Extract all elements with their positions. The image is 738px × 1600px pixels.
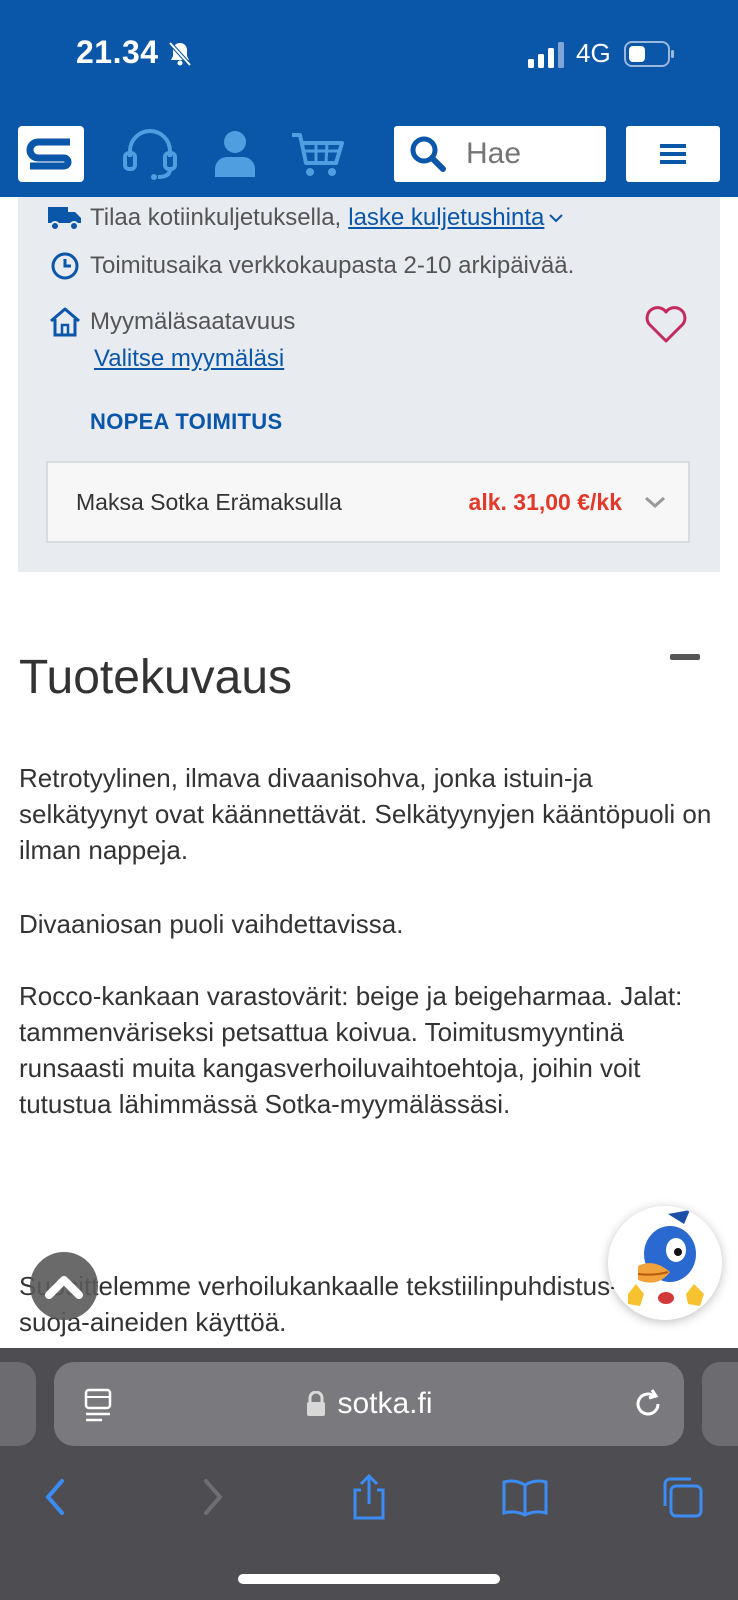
description-paragraph-3: Rocco-kankaan varastovärit: beige ja bei… <box>19 981 683 1119</box>
tabs-icon <box>663 1477 703 1518</box>
reload-icon[interactable] <box>630 1386 666 1422</box>
previous-tab-preview[interactable] <box>0 1362 36 1446</box>
battery-icon <box>624 41 674 67</box>
lock-icon <box>307 1391 326 1416</box>
bookmarks-button[interactable] <box>500 1472 550 1522</box>
favorite-heart-icon[interactable] <box>644 305 688 345</box>
home-indicator <box>238 1574 500 1584</box>
next-tab-preview[interactable] <box>702 1362 738 1446</box>
customer-service-button[interactable] <box>118 126 182 182</box>
forward-button[interactable] <box>188 1472 238 1522</box>
sotka-logo[interactable] <box>18 126 84 182</box>
shopping-cart-icon <box>292 133 344 176</box>
collapse-section-icon[interactable] <box>670 654 700 660</box>
delivery-time-text: Toimitusaika verkkokaupasta 2-10 arkipäi… <box>90 252 575 279</box>
sotka-s-icon <box>26 138 72 170</box>
scroll-to-top-button[interactable] <box>30 1252 98 1320</box>
headset-icon <box>123 129 177 180</box>
bell-muted-icon <box>168 41 192 67</box>
top-header: 21.34 4G <box>0 0 738 197</box>
home-icon <box>48 305 82 339</box>
chevron-left-icon <box>45 1479 64 1515</box>
share-icon <box>353 1474 385 1520</box>
installment-price: alk. 31,00 €/kk <box>468 488 622 515</box>
shipping-cost-link[interactable]: laske kuljetushinta <box>348 204 544 232</box>
book-icon <box>502 1479 548 1517</box>
chevron-down-icon <box>645 496 665 509</box>
chat-mascot-button[interactable] <box>608 1206 722 1320</box>
cart-button[interactable] <box>286 126 350 182</box>
status-time: 21.34 <box>76 34 159 70</box>
network-type: 4G <box>576 38 611 68</box>
account-button[interactable] <box>203 126 267 182</box>
cellular-signal-icon <box>528 42 564 68</box>
payment-label: Maksa Sotka Erämaksulla <box>76 488 342 515</box>
fast-delivery-badge: NOPEA TOIMITUS <box>90 409 283 434</box>
home-delivery-row: Tilaa kotiinkuljetuksella, laske kuljetu… <box>48 201 564 235</box>
url-display: sotka.fi <box>54 1362 684 1446</box>
back-button[interactable] <box>30 1472 80 1522</box>
share-button[interactable] <box>344 1472 394 1522</box>
clock-icon <box>48 249 82 283</box>
search-input[interactable] <box>466 137 596 171</box>
search-box[interactable] <box>394 126 606 182</box>
description-paragraph-2: Divaaniosan puoli vaihdettavissa. <box>19 909 404 939</box>
installment-payment-accordion[interactable]: Maksa Sotka Erämaksulla alk. 31,00 €/kk <box>46 461 690 543</box>
chevron-down-icon <box>549 214 564 223</box>
browser-toolbar: sotka.fi <box>0 1348 738 1600</box>
address-bar[interactable]: sotka.fi <box>54 1362 684 1446</box>
menu-button[interactable] <box>626 126 720 182</box>
description-paragraph-1: Retrotyylinen, ilmava divaanisohva, jonk… <box>19 763 712 865</box>
duck-mascot-icon <box>628 1210 704 1310</box>
delivery-time-row: Toimitusaika verkkokaupasta 2-10 arkipäi… <box>48 249 574 283</box>
truck-icon <box>48 201 82 235</box>
url-text: sotka.fi <box>337 1387 433 1420</box>
search-icon <box>410 136 446 172</box>
chevron-up-icon <box>45 1276 83 1299</box>
home-delivery-text: Tilaa kotiinkuljetuksella, <box>90 204 342 231</box>
store-availability-label: Myymäläsaatavuus <box>90 308 296 335</box>
delivery-info-panel: Tilaa kotiinkuljetuksella, laske kuljetu… <box>18 197 720 572</box>
hamburger-menu-icon <box>660 144 686 164</box>
user-icon <box>215 131 255 177</box>
store-availability-row: Myymäläsaatavuus <box>48 305 295 339</box>
chevron-right-icon <box>204 1479 223 1515</box>
section-title: Tuotekuvaus <box>19 651 293 704</box>
select-store-link[interactable]: Valitse myymäläsi <box>94 345 284 373</box>
tabs-button[interactable] <box>656 1472 706 1522</box>
